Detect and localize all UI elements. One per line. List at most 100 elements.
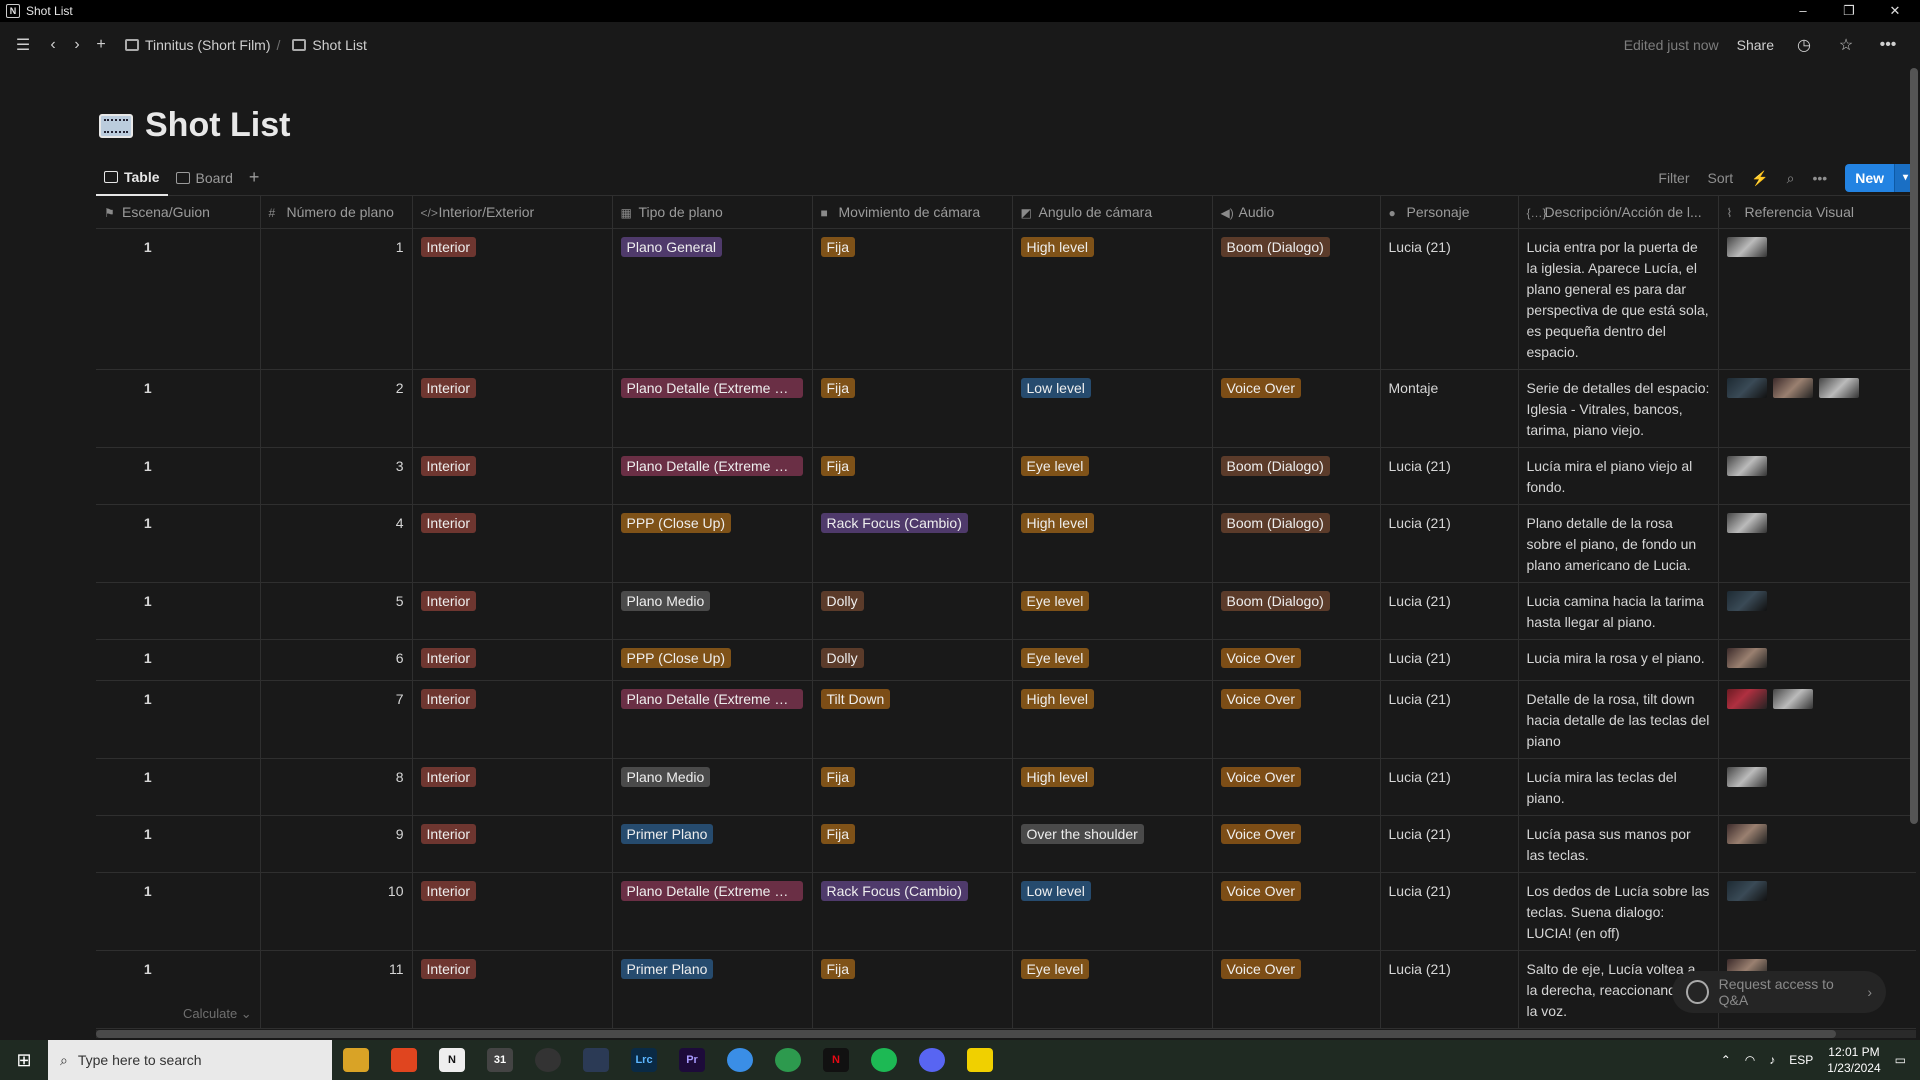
cell-descripcion[interactable]: Plano detalle de la rosa sobre el piano,… [1517,503,1719,583]
cell-numero[interactable]: 4 [259,503,413,583]
brave-browser-icon[interactable] [380,1040,428,1080]
cell-angulo[interactable]: Eye level [1011,638,1213,681]
cell-personaje[interactable]: Lucia (21) [1379,638,1519,681]
column-header[interactable]: ▦ Tipo de plano [611,196,813,229]
cell-descripcion[interactable]: Detalle de la rosa, tilt down hacia deta… [1517,679,1719,759]
more-options-icon[interactable]: ••• [1812,170,1827,186]
filter-button[interactable]: Filter [1658,170,1689,186]
cell-personaje[interactable]: Lucia (21) [1379,757,1519,816]
cell-interior-exterior[interactable]: Interior [411,814,613,873]
cell-audio[interactable]: Voice Over [1211,757,1381,816]
cell-angulo[interactable]: High level [1011,757,1213,816]
cell-angulo[interactable]: High level [1011,679,1213,759]
cell-numero[interactable]: 1 [259,227,413,370]
cell-tipo-plano[interactable]: Plano General [611,227,813,370]
calendar-icon[interactable]: 31 [476,1040,524,1080]
cell-escena[interactable]: 1 [96,227,261,370]
reference-thumbnail[interactable] [1726,823,1767,844]
taskbar-search-input[interactable]: ⌕ Type here to search [48,1040,332,1080]
windows-start-icon[interactable]: ⊞ [0,1040,48,1080]
cell-numero[interactable]: 7 [259,679,413,759]
vertical-scrollbar[interactable] [1910,68,1918,824]
cell-audio[interactable]: Voice Over [1211,368,1381,448]
close-button[interactable]: ✕ [1872,0,1918,22]
cell-movimiento[interactable]: Fija [811,446,1013,505]
cell-referencia[interactable] [1717,227,1916,370]
wifi-icon[interactable]: ◠ [1745,1053,1755,1067]
cell-escena[interactable]: 1 [96,446,261,505]
cell-tipo-plano[interactable]: Plano Detalle (Extreme Cl... [611,446,813,505]
cell-escena[interactable]: 1 [96,503,261,583]
cell-movimiento[interactable]: Fija [811,757,1013,816]
cell-numero[interactable]: 6 [259,638,413,681]
cell-tipo-plano[interactable]: Plano Detalle (Extreme Cl... [611,368,813,448]
cell-descripcion[interactable]: Lucia mira la rosa y el piano. [1517,638,1719,681]
cell-audio[interactable]: Voice Over [1211,949,1381,1029]
netflix-icon[interactable]: N [812,1040,860,1080]
clock[interactable]: 12:01 PM 1/23/2024 [1827,1044,1880,1076]
breadcrumb-parent[interactable]: Tinnitus (Short Film) [145,37,271,53]
cell-tipo-plano[interactable]: Primer Plano [611,949,813,1029]
calculate-button[interactable]: Calculate ⌄ [183,1006,252,1022]
table-row[interactable]: 1 9 Interior Primer Plano Fija Over the shoul… [96,814,1916,873]
reference-thumbnail[interactable] [1726,647,1767,668]
cell-tipo-plano[interactable]: PPP (Close Up) [611,638,813,681]
automation-lightning-icon[interactable]: ⚡ [1751,170,1768,187]
cell-referencia[interactable] [1717,446,1916,505]
column-header[interactable]: ◩ Angulo de cámara [1011,196,1213,229]
cell-tipo-plano[interactable]: Plano Medio [611,581,813,640]
reference-thumbnail[interactable] [1772,377,1813,398]
page-title-text[interactable]: Shot List [145,106,290,145]
column-header[interactable]: </>Interior/Exterior [411,196,613,229]
more-options-icon[interactable]: ••• [1876,33,1900,57]
cell-interior-exterior[interactable]: Interior [411,503,613,583]
table-row[interactable]: 1 8 Interior Plano Medio Fija High level Voice… [96,757,1916,816]
cell-tipo-plano[interactable]: Plano Medio [611,757,813,816]
favorite-star-icon[interactable]: ☆ [1834,33,1858,57]
horizontal-scrollbar-thumb[interactable] [96,1030,1836,1038]
table-row[interactable]: 1 11 Interior Primer Plano Fija Eye level Voic… [96,949,1916,1029]
table-row[interactable]: 1 2 Interior Plano Detalle (Extreme Cl... Fi… [96,368,1916,448]
cell-audio[interactable]: Boom (Dialogo) [1211,503,1381,583]
reference-thumbnail[interactable] [1726,880,1767,901]
cell-personaje[interactable]: Lucia (21) [1379,949,1519,1029]
cell-interior-exterior[interactable]: Interior [411,679,613,759]
cell-interior-exterior[interactable]: Interior [411,949,613,1029]
reference-thumbnail[interactable] [1726,377,1767,398]
table-row[interactable]: 1 3 Interior Plano Detalle (Extreme Cl... Fi… [96,446,1916,505]
cell-referencia[interactable] [1717,581,1916,640]
new-page-plus-icon[interactable]: + [89,33,113,57]
table-row[interactable]: 1 7 Interior Plano Detalle (Extreme Cl... Ti… [96,679,1916,759]
request-qa-button[interactable]: Request access to Q&A › [1672,971,1886,1013]
add-view-button[interactable]: + [241,160,268,196]
table-row[interactable]: 1 6 Interior PPP (Close Up) Dolly Eye level Vo… [96,638,1916,681]
cell-referencia[interactable] [1717,503,1916,583]
cell-numero[interactable]: 11 [259,949,413,1029]
new-button[interactable]: New ▾ [1845,164,1916,192]
cell-audio[interactable]: Boom (Dialogo) [1211,446,1381,505]
cell-numero[interactable]: 8 [259,757,413,816]
cell-angulo[interactable]: Eye level [1011,949,1213,1029]
reference-thumbnail[interactable] [1772,688,1813,709]
cell-movimiento[interactable]: Tilt Down [811,679,1013,759]
reference-thumbnail[interactable] [1818,377,1859,398]
cell-interior-exterior[interactable]: Interior [411,581,613,640]
back-arrow-icon[interactable]: ‹ [41,33,65,57]
cell-personaje[interactable]: Lucia (21) [1379,814,1519,873]
cell-interior-exterior[interactable]: Interior [411,757,613,816]
cell-personaje[interactable]: Montaje [1379,368,1519,448]
sort-button[interactable]: Sort [1708,170,1734,186]
cell-angulo[interactable]: Eye level [1011,446,1213,505]
cell-escena[interactable]: 1 [96,757,261,816]
spotify-icon[interactable] [860,1040,908,1080]
davinci-resolve-icon[interactable] [572,1040,620,1080]
cell-descripcion[interactable]: Lucia camina hacia la tarima hasta llega… [1517,581,1719,640]
cell-personaje[interactable]: Lucia (21) [1379,227,1519,370]
column-header[interactable]: ◀) Audio [1211,196,1381,229]
cell-numero[interactable]: 2 [259,368,413,448]
cell-tipo-plano[interactable]: PPP (Close Up) [611,503,813,583]
cell-tipo-plano[interactable]: Plano Detalle (Extreme Cl... [611,679,813,759]
cell-descripcion[interactable]: Los dedos de Lucía sobre las teclas. Sue… [1517,871,1719,951]
cell-descripcion[interactable]: Serie de detalles del espacio: Iglesia -… [1517,368,1719,448]
cell-movimiento[interactable]: Fija [811,227,1013,370]
